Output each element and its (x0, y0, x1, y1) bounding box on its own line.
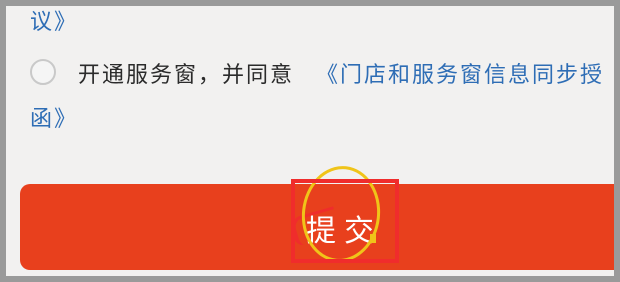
agreement-radio[interactable] (30, 59, 56, 85)
agreement-link-tail-top[interactable]: 议》 (30, 8, 78, 38)
annotation-red-box (291, 179, 399, 263)
agreement-link-store-sync[interactable]: 《门店和服务窗信息同步授 (316, 61, 604, 91)
agreement-checkbox-label: 开通服务窗，并同意 (78, 63, 295, 88)
screen-content: 议》 开通服务窗，并同意 《门店和服务窗信息同步授 函》 提交 (6, 6, 614, 276)
agreement-link-tail-bottom[interactable]: 函》 (30, 105, 78, 135)
annotation-yellow-mark (370, 234, 376, 243)
